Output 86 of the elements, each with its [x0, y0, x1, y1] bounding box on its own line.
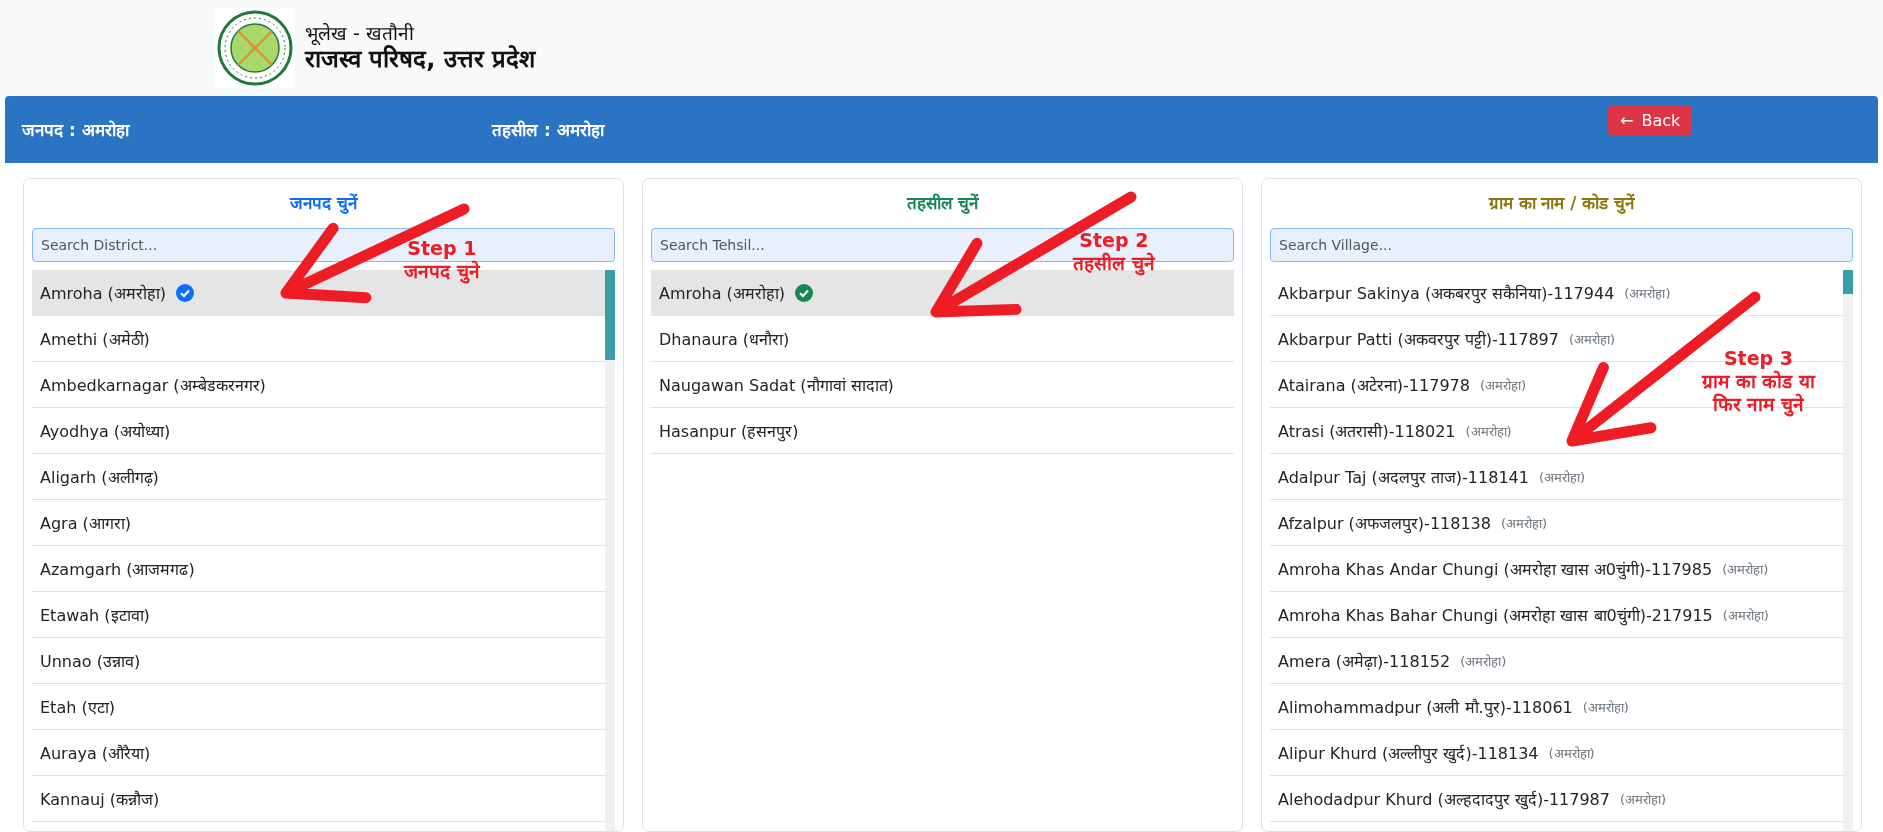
item-label: Alehodadpur Khurd (अल्हदादपुर खुर्द)-117987: [1278, 788, 1610, 810]
step-annotation: फिर नाम चुने: [1712, 392, 1805, 416]
item-label: Alipur Khurd (अल्लीपुर खुर्द)-118134: [1278, 742, 1539, 764]
item-label: Amethi (अमेठी): [40, 328, 150, 350]
list-item[interactable]: Atrasi (अतरासी)-118021 (अमरोहा): [1278, 408, 1512, 453]
district-note: (अमरोहा): [1538, 468, 1586, 486]
list-item[interactable]: Aligarh (अलीगढ़): [40, 454, 159, 499]
list-item[interactable]: Ayodhya (अयोध्या): [40, 408, 171, 453]
district-note: (अमरोहा): [1479, 376, 1527, 394]
item-label: Atairana (अटेरना)-117978: [1278, 374, 1470, 396]
district-note: (अमरोहा): [1620, 790, 1667, 808]
list-item[interactable]: Atairana (अटेरना)-117978 (अमरोहा): [1278, 362, 1527, 407]
list-item[interactable]: Amroha Khas Bahar Chungi (अमरोहा खास बा0चुंगी)-217915 (अमरोहा): [1278, 592, 1769, 637]
item-label: Unnao (उन्नाव): [40, 650, 141, 672]
district-note: (अमरोहा): [1500, 514, 1548, 532]
item-label: Ayodhya (अयोध्या): [40, 420, 171, 442]
item-label: Etah (एटा): [40, 696, 115, 718]
header-subtitle: भूलेख - खतौनी: [305, 21, 415, 45]
tehsil-label: तहसील : अमरोहा: [492, 119, 606, 141]
district-label: जनपद : अमरोहा: [22, 119, 131, 141]
header-title: राजस्व परिषद, उत्तर प्रदेश: [305, 45, 536, 75]
district-note: (अमरोहा): [1722, 560, 1769, 578]
list-item[interactable]: Kannauj (कन्नौज): [40, 776, 160, 821]
step-annotation: ग्राम का कोड या: [1702, 369, 1815, 393]
step-annotation: Step 2: [1079, 229, 1149, 252]
scrollbar-thumb[interactable]: [605, 270, 615, 360]
item-label: Amroha Khas Bahar Chungi (अमरोहा खास बा0चुंगी)-217915: [1278, 604, 1713, 626]
list-item[interactable]: Amethi (अमेठी): [40, 316, 150, 361]
district-note: (अमरोहा): [1465, 422, 1512, 440]
search-field[interactable]: Search Village...: [1270, 228, 1853, 262]
list-item[interactable]: Auraya (औरैया): [40, 730, 151, 775]
item-label: Auraya (औरैया): [40, 742, 151, 764]
item-label: Afzalpur (अफजलपुर)-118138: [1278, 512, 1491, 534]
item-label: Amroha Khas Andar Chungi (अमरोहा खास अ0चुंगी)-117985: [1278, 558, 1713, 580]
list-item[interactable]: Adalpur Taj (अदलपुर ताज)-118141 (अमरोहा): [1278, 454, 1586, 499]
item-label: Amroha (अमरोहा): [40, 282, 167, 304]
panel-title: जनपद चुनें: [290, 192, 357, 216]
item-label: Kannauj (कन्नौज): [40, 788, 160, 810]
item-label: Adalpur Taj (अदलपुर ताज)-118141: [1278, 466, 1529, 488]
list-item[interactable]: Agra (आगरा): [40, 500, 132, 545]
district-note: (अमरोहा): [1722, 606, 1769, 624]
item-label: Amera (अमेढ़ा)-118152: [1278, 650, 1451, 672]
item-label: Hasanpur (हसनपुर): [659, 420, 799, 442]
list-item[interactable]: Etah (एटा): [40, 684, 115, 729]
back-button[interactable]: ← Back: [1608, 105, 1693, 136]
list-item[interactable]: Unnao (उन्नाव): [40, 638, 141, 683]
list-item[interactable]: Akbarpur Sakinya (अकबरपुर सकैनिया)-117944 (अमरोहा): [1278, 270, 1671, 315]
item-label: Azamgarh (आजमगढ): [40, 558, 195, 580]
list-item[interactable]: Hasanpur (हसनपुर): [659, 408, 799, 453]
district-note: (अमरोहा): [1460, 652, 1507, 670]
item-label: Agra (आगरा): [40, 512, 132, 534]
item-label: Etawah (इटावा): [40, 604, 150, 626]
item-label: Alimohammadpur (अली मौ.पुर)-118061: [1278, 696, 1573, 718]
check-icon: [795, 283, 814, 302]
list-item[interactable]: Alipur Khurd (अल्लीपुर खुर्द)-118134 (अमरोहा): [1278, 730, 1595, 775]
item-label: Dhanaura (धनौरा): [659, 328, 790, 350]
district-note: (अमरोहा): [1624, 284, 1671, 302]
item-label: Amroha (अमरोहा): [659, 282, 786, 304]
item-label: Ambedkarnagar (अम्बेडकरनगर): [40, 374, 266, 396]
district-note: (अमरोहा): [1548, 744, 1595, 762]
list-item[interactable]: Alehodadpur Khurd (अल्हदादपुर खुर्द)-117987 (अमरोहा): [1278, 776, 1667, 821]
panel-title: तहसील चुनें: [906, 192, 979, 216]
step-annotation: Step 1: [407, 237, 477, 260]
list-item[interactable]: Amera (अमेढ़ा)-118152 (अमरोहा): [1278, 638, 1507, 683]
list-item[interactable]: Naugawan Sadat (नौगावां सादात): [659, 362, 894, 407]
list-item[interactable]: Alimohammadpur (अली मौ.पुर)-118061 (अमरोहा): [1278, 684, 1629, 729]
scrollbar[interactable]: [605, 270, 615, 831]
item-label: Aligarh (अलीगढ़): [40, 466, 159, 488]
item-label: Naugawan Sadat (नौगावां सादात): [659, 374, 894, 396]
item-label: Atrasi (अतरासी)-118021: [1278, 420, 1456, 442]
district-note: (अमरोहा): [1582, 698, 1629, 716]
scrollbar[interactable]: [1843, 270, 1853, 831]
item-label: Akbarpur Patti (अकवरपुर पट्टी)-117897: [1278, 328, 1559, 350]
district-note: (अमरोहा): [1568, 330, 1616, 348]
step-annotation: Step 3: [1723, 347, 1793, 370]
panel-title: ग्राम का नाम / कोड चुनें: [1488, 192, 1635, 216]
scrollbar-thumb[interactable]: [1843, 270, 1853, 294]
list-item[interactable]: Afzalpur (अफजलपुर)-118138 (अमरोहा): [1278, 500, 1548, 545]
list-item[interactable]: Akbarpur Patti (अकवरपुर पट्टी)-117897 (अमरोहा): [1278, 316, 1616, 361]
list-item[interactable]: Amroha Khas Andar Chungi (अमरोहा खास अ0चुंगी)-117985 (अमरोहा): [1278, 546, 1769, 591]
check-icon: [176, 283, 195, 302]
list-item[interactable]: Ambedkarnagar (अम्बेडकरनगर): [40, 362, 266, 407]
item-label: Akbarpur Sakinya (अकबरपुर सकैनिया)-117944: [1278, 282, 1615, 304]
list-item[interactable]: Etawah (इटावा): [40, 592, 150, 637]
list-item[interactable]: Dhanaura (धनौरा): [659, 316, 790, 361]
list-item[interactable]: Azamgarh (आजमगढ): [40, 546, 195, 591]
